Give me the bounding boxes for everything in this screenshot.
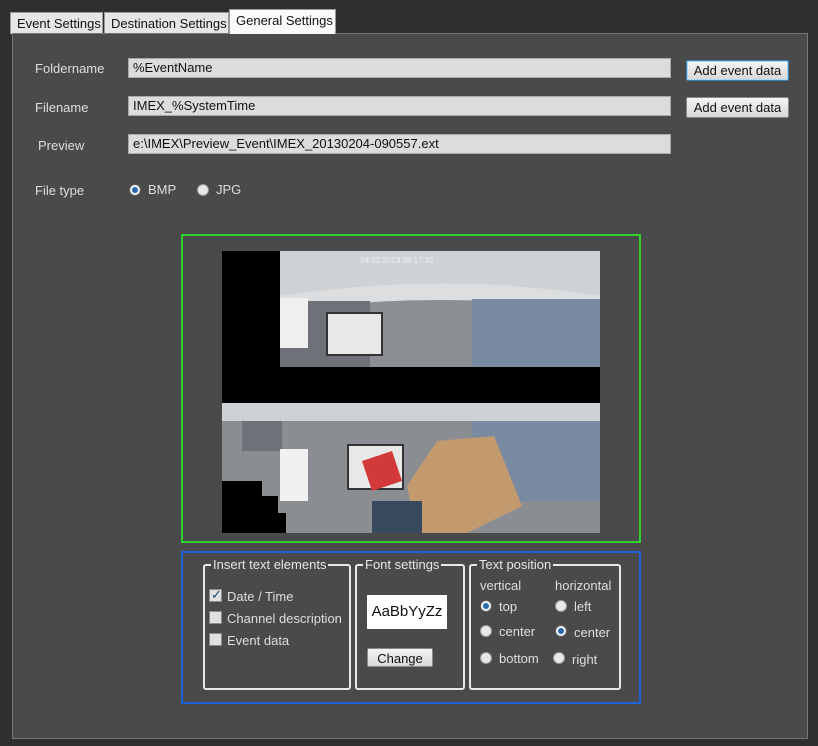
insert-text-elements-group: Insert text elements <box>203 557 351 690</box>
app-window: Event Settings Destination Settings Gene… <box>0 0 818 746</box>
tab-event-settings[interactable]: Event Settings <box>10 12 103 34</box>
filetype-bmp-label[interactable]: BMP <box>148 182 176 197</box>
horizontal-right-label[interactable]: right <box>572 652 597 667</box>
vertical-top-label[interactable]: top <box>499 599 517 614</box>
vertical-top-radio[interactable] <box>480 600 492 612</box>
preview-path-field: e:\IMEX\Preview_Event\IMEX_20130204-0905… <box>128 134 671 154</box>
vertical-center-label[interactable]: center <box>499 624 535 639</box>
horizontal-left-label[interactable]: left <box>574 599 591 614</box>
horizontal-center-label[interactable]: center <box>574 625 610 640</box>
event-data-label[interactable]: Event data <box>227 633 289 648</box>
tab-general-settings[interactable]: General Settings <box>229 9 336 34</box>
channel-description-checkbox[interactable] <box>209 611 222 624</box>
filename-field[interactable]: IMEX_%SystemTime <box>128 96 671 116</box>
filetype-bmp-radio[interactable] <box>129 184 141 196</box>
channel-description-label[interactable]: Channel description <box>227 611 342 626</box>
tab-destination-settings[interactable]: Destination Settings <box>104 12 229 34</box>
text-position-title: Text position <box>477 557 554 572</box>
font-settings-title: Font settings <box>363 557 442 572</box>
change-font-button[interactable]: Change <box>367 648 433 667</box>
horizontal-right-radio[interactable] <box>553 652 565 664</box>
vertical-center-radio[interactable] <box>480 625 492 637</box>
filetype-label: File type <box>35 183 85 198</box>
general-settings-panel: Foldername %EventName Add event data Fil… <box>12 33 808 739</box>
horizontal-center-radio[interactable] <box>555 625 567 637</box>
fisheye-camera-image: 04.02.2013 09:17:32 <box>222 251 600 533</box>
horizontal-label: horizontal <box>555 578 612 593</box>
insert-text-elements-title: Insert text elements <box>211 557 329 572</box>
event-data-checkbox[interactable] <box>209 633 222 646</box>
filetype-jpg-radio[interactable] <box>197 184 209 196</box>
foldername-label: Foldername <box>35 61 105 76</box>
date-time-label[interactable]: Date / Time <box>227 589 293 604</box>
image-timestamp-text: 04.02.2013 09:17:32 <box>360 256 434 265</box>
font-sample-box: AaBbYyZz <box>367 595 447 629</box>
foldername-field[interactable]: %EventName <box>128 58 671 78</box>
vertical-bottom-radio[interactable] <box>480 652 492 664</box>
filetype-jpg-label[interactable]: JPG <box>216 182 241 197</box>
vertical-bottom-label[interactable]: bottom <box>499 651 539 666</box>
vertical-label: vertical <box>480 578 522 593</box>
horizontal-left-radio[interactable] <box>555 600 567 612</box>
add-event-data-button-filename[interactable]: Add event data <box>686 97 789 118</box>
date-time-checkbox[interactable] <box>209 587 222 603</box>
camera-preview-image: 04.02.2013 09:17:32 <box>222 251 600 533</box>
add-event-data-button-foldername[interactable]: Add event data <box>686 60 789 81</box>
filename-label: Filename <box>35 100 89 115</box>
preview-label: Preview <box>38 138 85 153</box>
